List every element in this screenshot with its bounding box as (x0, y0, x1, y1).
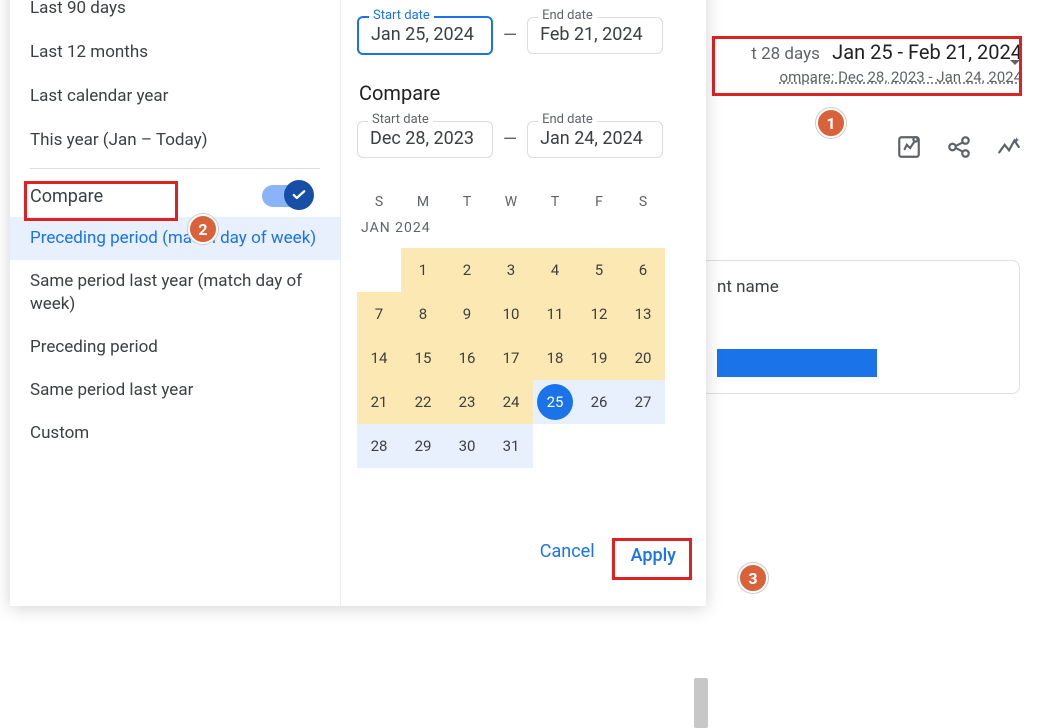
scrollbar[interactable] (694, 678, 708, 728)
compare-opt-same-ly-dow[interactable]: Same period last year (match day of week… (10, 260, 340, 326)
preset-last-calendar-year[interactable]: Last calendar year (10, 74, 340, 118)
end-date-label: End date (538, 8, 597, 23)
calendar-day[interactable]: 23 (445, 380, 489, 424)
calendar-day[interactable]: 18 (533, 336, 577, 380)
calendar-day[interactable]: 6 (621, 248, 665, 292)
calendar: S M T W T F S JAN 2024 12345678910111213… (357, 194, 690, 468)
calendar-pane: Start date Jan 25, 2024 — End date Feb 2… (340, 0, 706, 606)
calendar-day[interactable]: 14 (357, 336, 401, 380)
compare-toggle-row: Compare (10, 175, 340, 217)
start-date-value: Jan 25, 2024 (371, 24, 479, 45)
compare-summary: ompare: Dec 28, 2023 - Jan 24, 2024 (751, 68, 1022, 86)
customize-icon[interactable] (896, 134, 922, 164)
compare-opt-preceding[interactable]: Preceding period (10, 326, 340, 369)
range-prefix: t 28 days (751, 44, 820, 64)
calendar-day (357, 248, 401, 292)
end-date-input[interactable]: End date Feb 21, 2024 (527, 17, 663, 54)
calendar-day[interactable]: 8 (401, 292, 445, 336)
dash-separator: — (503, 25, 517, 46)
apply-button[interactable]: Apply (623, 541, 684, 570)
dash-separator: — (503, 129, 517, 150)
dow-mon: M (401, 194, 445, 210)
calendar-day[interactable]: 15 (401, 336, 445, 380)
start-date-input[interactable]: Start date Jan 25, 2024 (357, 16, 493, 55)
dow-sat: S (621, 194, 665, 210)
dow-thu: T (533, 194, 577, 210)
calendar-day[interactable]: 11 (533, 292, 577, 336)
calendar-day[interactable]: 2 (445, 248, 489, 292)
calendar-day[interactable]: 9 (445, 292, 489, 336)
bar-segment (717, 349, 877, 377)
calendar-day[interactable]: 20 (621, 336, 665, 380)
check-icon (284, 180, 314, 210)
footer: Cancel Apply (357, 529, 690, 594)
preset-last-90-days[interactable]: Last 90 days (10, 0, 340, 30)
share-icon[interactable] (946, 134, 972, 164)
compare-label: Compare (30, 186, 103, 207)
calendar-day[interactable]: 4 (533, 248, 577, 292)
dow-sun: S (357, 194, 401, 210)
compare-toggle[interactable] (262, 185, 310, 207)
preset-this-year[interactable]: This year (Jan – Today) (10, 118, 340, 162)
compare-end-label: End date (538, 112, 597, 127)
calendar-day[interactable]: 16 (445, 336, 489, 380)
compare-start-value: Dec 28, 2023 (370, 128, 480, 149)
calendar-day[interactable]: 28 (357, 424, 401, 468)
calendar-day[interactable]: 10 (489, 292, 533, 336)
calendar-grid: 1234567891011121314151617181920212223242… (357, 248, 690, 468)
calendar-day[interactable]: 13 (621, 292, 665, 336)
calendar-day[interactable]: 29 (401, 424, 445, 468)
calendar-day[interactable]: 22 (401, 380, 445, 424)
insights-icon[interactable] (996, 134, 1022, 164)
dow-fri: F (577, 194, 621, 210)
compare-opt-custom[interactable]: Custom (10, 412, 340, 455)
preset-list: Last 90 days Last 12 months Last calenda… (10, 0, 340, 606)
annotation-marker-3: 3 (738, 563, 768, 593)
column-label: nt name (717, 277, 1003, 297)
compare-section-title: Compare (359, 81, 690, 105)
date-picker-panel: Last 90 days Last 12 months Last calenda… (10, 0, 706, 606)
end-date-value: Feb 21, 2024 (540, 24, 650, 45)
compare-end-date-input[interactable]: End date Jan 24, 2024 (527, 121, 663, 158)
range-dates: Jan 25 - Feb 21, 2024 (832, 40, 1022, 64)
calendar-day[interactable]: 30 (445, 424, 489, 468)
calendar-day[interactable]: 27 (621, 380, 665, 424)
calendar-day[interactable]: 7 (357, 292, 401, 336)
compare-options: Preceding period (match day of week) Sam… (10, 217, 340, 455)
calendar-day[interactable]: 5 (577, 248, 621, 292)
calendar-day[interactable]: 31 (489, 424, 533, 468)
compare-end-value: Jan 24, 2024 (540, 128, 650, 149)
dow-wed: W (489, 194, 533, 210)
cancel-button[interactable]: Cancel (540, 541, 595, 570)
annotation-marker-2: 2 (188, 214, 218, 244)
content-card: nt name (700, 260, 1020, 394)
weekday-header: S M T W T F S (357, 194, 690, 210)
calendar-day[interactable]: 1 (401, 248, 445, 292)
calendar-day[interactable]: 19 (577, 336, 621, 380)
month-label: JAN 2024 (361, 220, 690, 236)
annotation-marker-1: 1 (816, 108, 846, 138)
calendar-day[interactable]: 3 (489, 248, 533, 292)
calendar-day[interactable]: 17 (489, 336, 533, 380)
divider (30, 168, 320, 169)
calendar-day[interactable]: 25 (533, 380, 577, 424)
chevron-down-icon (1010, 60, 1020, 65)
calendar-day[interactable]: 26 (577, 380, 621, 424)
compare-start-label: Start date (368, 112, 433, 127)
start-date-label: Start date (369, 8, 434, 23)
calendar-day[interactable]: 21 (357, 380, 401, 424)
compare-opt-same-ly[interactable]: Same period last year (10, 369, 340, 412)
compare-start-date-input[interactable]: Start date Dec 28, 2023 (357, 121, 493, 158)
dow-tue: T (445, 194, 489, 210)
calendar-day[interactable]: 24 (489, 380, 533, 424)
compare-opt-preceding-dow[interactable]: Preceding period (match day of week) (10, 217, 340, 260)
date-range-summary[interactable]: t 28 days Jan 25 - Feb 21, 2024 ompare: … (751, 40, 1022, 86)
calendar-day[interactable]: 12 (577, 292, 621, 336)
preset-last-12-months[interactable]: Last 12 months (10, 30, 340, 74)
